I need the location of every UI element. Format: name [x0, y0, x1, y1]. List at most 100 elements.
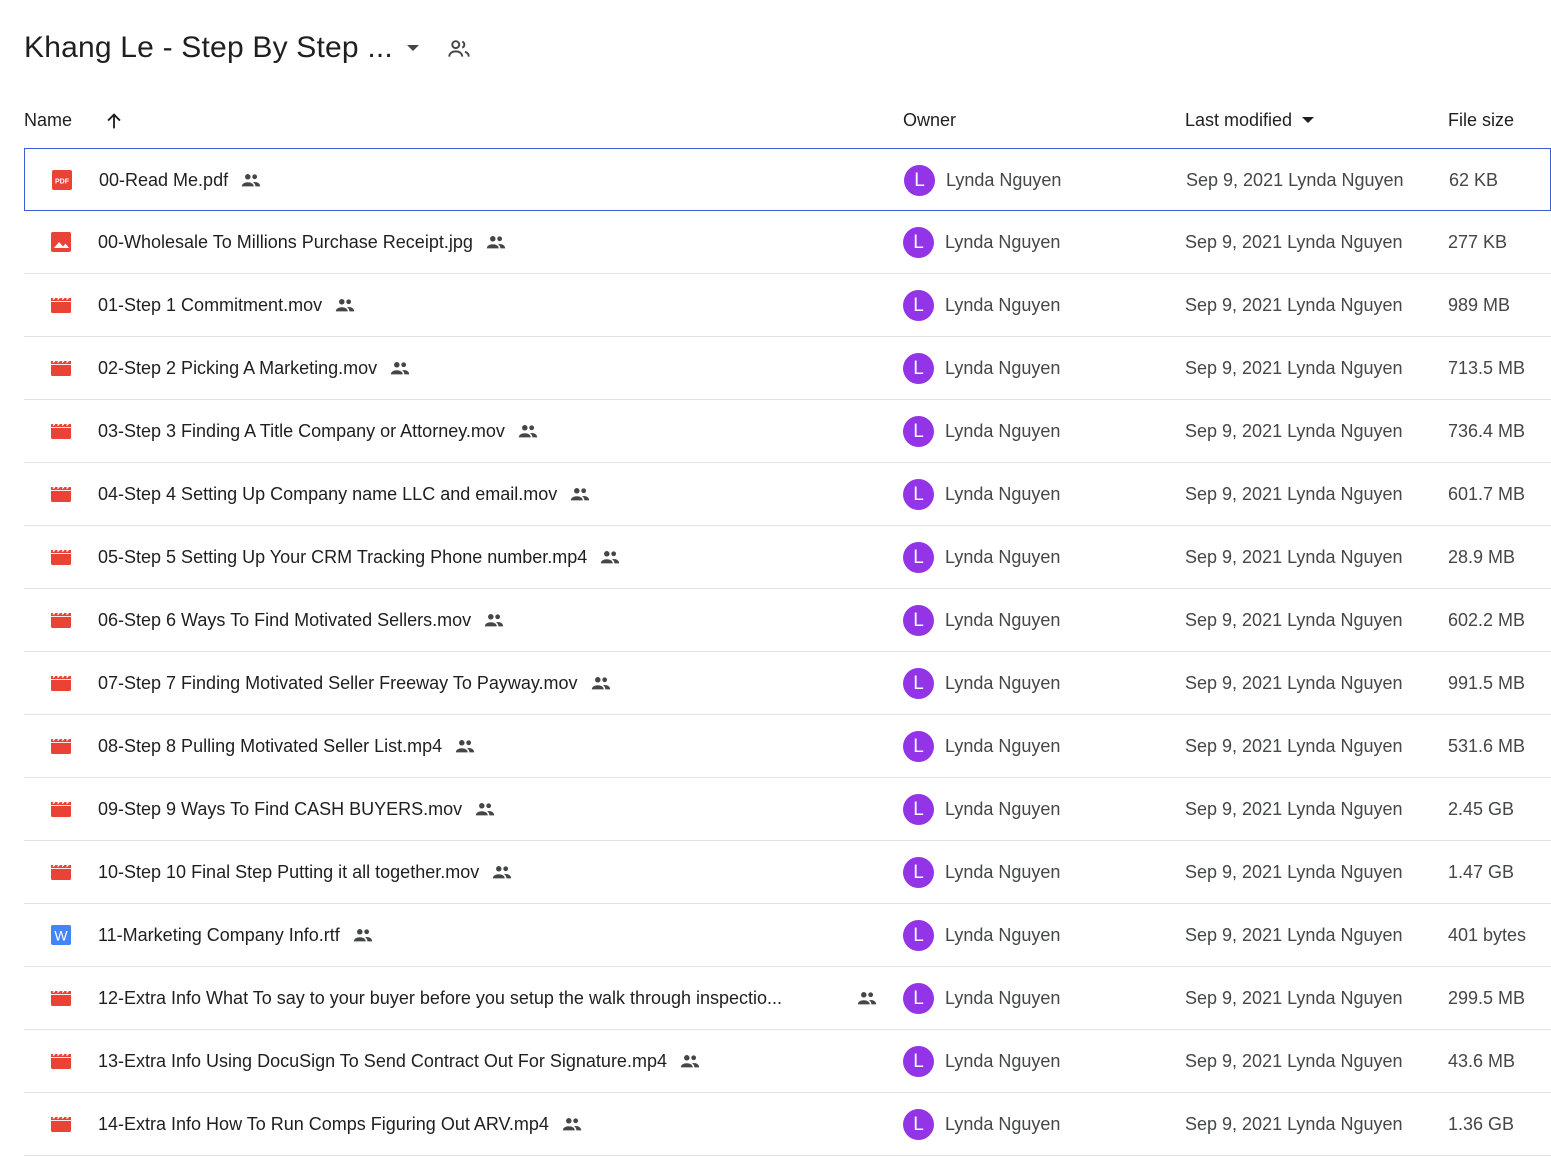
last-modified: Sep 9, 2021 Lynda Nguyen — [1185, 735, 1403, 756]
file-row[interactable]: 00-Wholesale To Millions Purchase Receip… — [24, 211, 1551, 274]
file-size: 401 bytes — [1448, 924, 1527, 945]
file-row[interactable]: 03-Step 3 Finding A Title Company or Att… — [24, 400, 1551, 463]
file-name[interactable]: 06-Step 6 Ways To Find Motivated Sellers… — [98, 589, 505, 651]
shared-people-icon — [483, 612, 505, 628]
owner-avatar: L — [903, 668, 934, 699]
caret-down-icon — [406, 45, 419, 51]
file-name[interactable]: 12-Extra Info What To say to your buyer … — [98, 967, 782, 1029]
pdf-icon: PDF — [51, 169, 73, 191]
arrow-up-icon[interactable] — [103, 110, 125, 132]
people-icon[interactable] — [446, 36, 472, 62]
owner-avatar: L — [903, 542, 934, 573]
owner-avatar: L — [903, 920, 934, 951]
file-row[interactable]: 09-Step 9 Ways To Find CASH BUYERS.mov L L… — [24, 778, 1551, 841]
shared-people-icon — [491, 864, 513, 880]
file-size: 28.9 MB — [1448, 546, 1516, 567]
video-icon — [50, 546, 72, 568]
last-modified: Sep 9, 2021 Lynda Nguyen — [1185, 231, 1403, 252]
video-icon — [50, 609, 72, 631]
file-row[interactable]: W 11-Marketing Company Info.rtf L Lynda Ngu… — [24, 904, 1551, 967]
file-name[interactable]: 09-Step 9 Ways To Find CASH BUYERS.mov — [98, 778, 496, 840]
owner-avatar: L — [903, 1046, 934, 1077]
column-header-owner-label: Owner — [903, 109, 957, 130]
shared-people-icon — [485, 234, 507, 250]
video-icon — [50, 483, 72, 505]
image-icon — [50, 231, 72, 253]
file-name-text: 07-Step 7 Finding Motivated Seller Freew… — [98, 672, 578, 693]
owner-name: Lynda Nguyen — [945, 294, 1061, 315]
column-header-file-size-label: File size — [1448, 109, 1515, 130]
owner-name: Lynda Nguyen — [945, 609, 1061, 630]
file-name[interactable]: 03-Step 3 Finding A Title Company or Att… — [98, 400, 539, 462]
file-row[interactable]: 08-Step 8 Pulling Motivated Seller List.… — [24, 715, 1551, 778]
shared-people-icon — [856, 990, 878, 1006]
svg-text:W: W — [54, 928, 68, 944]
file-row[interactable]: 06-Step 6 Ways To Find Motivated Sellers… — [24, 589, 1551, 652]
file-name[interactable]: 00-Wholesale To Millions Purchase Receip… — [98, 211, 507, 273]
file-name[interactable]: 04-Step 4 Setting Up Company name LLC an… — [98, 463, 591, 525]
file-name[interactable]: 00-Read Me.pdf — [99, 149, 262, 211]
file-row[interactable]: 05-Step 5 Setting Up Your CRM Tracking P… — [24, 526, 1551, 589]
file-size: 736.4 MB — [1448, 420, 1526, 441]
file-name-text: 10-Step 10 Final Step Putting it all tog… — [98, 861, 480, 882]
file-name[interactable]: 02-Step 2 Picking A Marketing.mov — [98, 337, 411, 399]
folder-title-button[interactable]: Khang Le - Step By Step ... — [14, 24, 429, 72]
file-size: 713.5 MB — [1448, 357, 1526, 378]
file-name-text: 12-Extra Info What To say to your buyer … — [98, 987, 783, 1008]
file-name[interactable]: 05-Step 5 Setting Up Your CRM Tracking P… — [98, 526, 621, 588]
shared-people-icon — [599, 549, 621, 565]
last-modified: Sep 9, 2021 Lynda Nguyen — [1185, 1050, 1403, 1071]
last-modified: Sep 9, 2021 Lynda Nguyen — [1185, 798, 1403, 819]
file-row[interactable]: 12-Extra Info What To say to your buyer … — [24, 967, 1551, 1030]
shared-people-icon — [679, 1053, 701, 1069]
file-name[interactable]: 11-Marketing Company Info.rtf — [98, 904, 374, 966]
shared-people-icon — [334, 297, 356, 313]
column-header-last-modified[interactable]: Last modified — [1185, 98, 1315, 142]
column-header-owner[interactable]: Owner — [903, 98, 956, 142]
owner-avatar: L — [903, 731, 934, 762]
video-icon — [50, 357, 72, 379]
last-modified: Sep 9, 2021 Lynda Nguyen — [1185, 1113, 1403, 1134]
file-name-text: 02-Step 2 Picking A Marketing.mov — [98, 357, 378, 378]
owner-avatar: L — [903, 1109, 934, 1140]
svg-text:PDF: PDF — [55, 179, 70, 186]
file-name-text: 11-Marketing Company Info.rtf — [98, 924, 340, 945]
file-row[interactable]: 10-Step 10 Final Step Putting it all tog… — [24, 841, 1551, 904]
file-name-text: 09-Step 9 Ways To Find CASH BUYERS.mov — [98, 798, 463, 819]
file-name[interactable]: 13-Extra Info Using DocuSign To Send Con… — [98, 1030, 701, 1092]
last-modified: Sep 9, 2021 Lynda Nguyen — [1185, 294, 1403, 315]
file-name[interactable]: 10-Step 10 Final Step Putting it all tog… — [98, 841, 513, 903]
file-size: 62 KB — [1449, 169, 1499, 190]
owner-avatar: L — [903, 794, 934, 825]
owner-name: Lynda Nguyen — [945, 1113, 1061, 1134]
last-modified: Sep 9, 2021 Lynda Nguyen — [1185, 609, 1403, 630]
owner-name: Lynda Nguyen — [945, 1050, 1061, 1071]
file-name-text: 14-Extra Info How To Run Comps Figuring … — [98, 1113, 549, 1134]
file-name[interactable]: 01-Step 1 Commitment.mov — [98, 274, 356, 336]
column-header-file-size[interactable]: File size — [1448, 98, 1514, 142]
file-name-text: 00-Read Me.pdf — [99, 169, 229, 190]
file-row[interactable]: 04-Step 4 Setting Up Company name LLC an… — [24, 463, 1551, 526]
file-size: 1.36 GB — [1448, 1113, 1515, 1134]
file-name[interactable]: 08-Step 8 Pulling Motivated Seller List.… — [98, 715, 476, 777]
owner-name: Lynda Nguyen — [945, 735, 1061, 756]
last-modified: Sep 9, 2021 Lynda Nguyen — [1185, 672, 1403, 693]
file-row[interactable]: 01-Step 1 Commitment.mov L Lynda Nguyen Sep… — [24, 274, 1551, 337]
video-icon — [50, 735, 72, 757]
owner-name: Lynda Nguyen — [945, 672, 1061, 693]
file-row[interactable]: 02-Step 2 Picking A Marketing.mov L Lynda … — [24, 337, 1551, 400]
file-row[interactable]: 13-Extra Info Using DocuSign To Send Con… — [24, 1030, 1551, 1093]
file-name[interactable]: 07-Step 7 Finding Motivated Seller Freew… — [98, 652, 612, 714]
file-name[interactable]: 14-Extra Info How To Run Comps Figuring … — [98, 1093, 583, 1155]
file-row[interactable]: 14-Extra Info How To Run Comps Figuring … — [24, 1093, 1551, 1156]
folder-header: Khang Le - Step By Step ... — [0, 0, 1551, 95]
file-name-text: 04-Step 4 Setting Up Company name LLC an… — [98, 483, 558, 504]
last-modified: Sep 9, 2021 Lynda Nguyen — [1185, 546, 1403, 567]
file-name-text: 03-Step 3 Finding A Title Company or Att… — [98, 420, 505, 441]
column-header-name[interactable]: Name — [24, 98, 72, 142]
file-row[interactable]: PDF 00-Read Me.pdf L Lynda Nguyen Sep 9, 202… — [24, 148, 1551, 211]
file-size: 2.45 GB — [1448, 798, 1515, 819]
owner-name: Lynda Nguyen — [945, 798, 1061, 819]
file-row[interactable]: 07-Step 7 Finding Motivated Seller Freew… — [24, 652, 1551, 715]
file-list: PDF 00-Read Me.pdf L Lynda Nguyen Sep 9, 202… — [24, 148, 1551, 1156]
